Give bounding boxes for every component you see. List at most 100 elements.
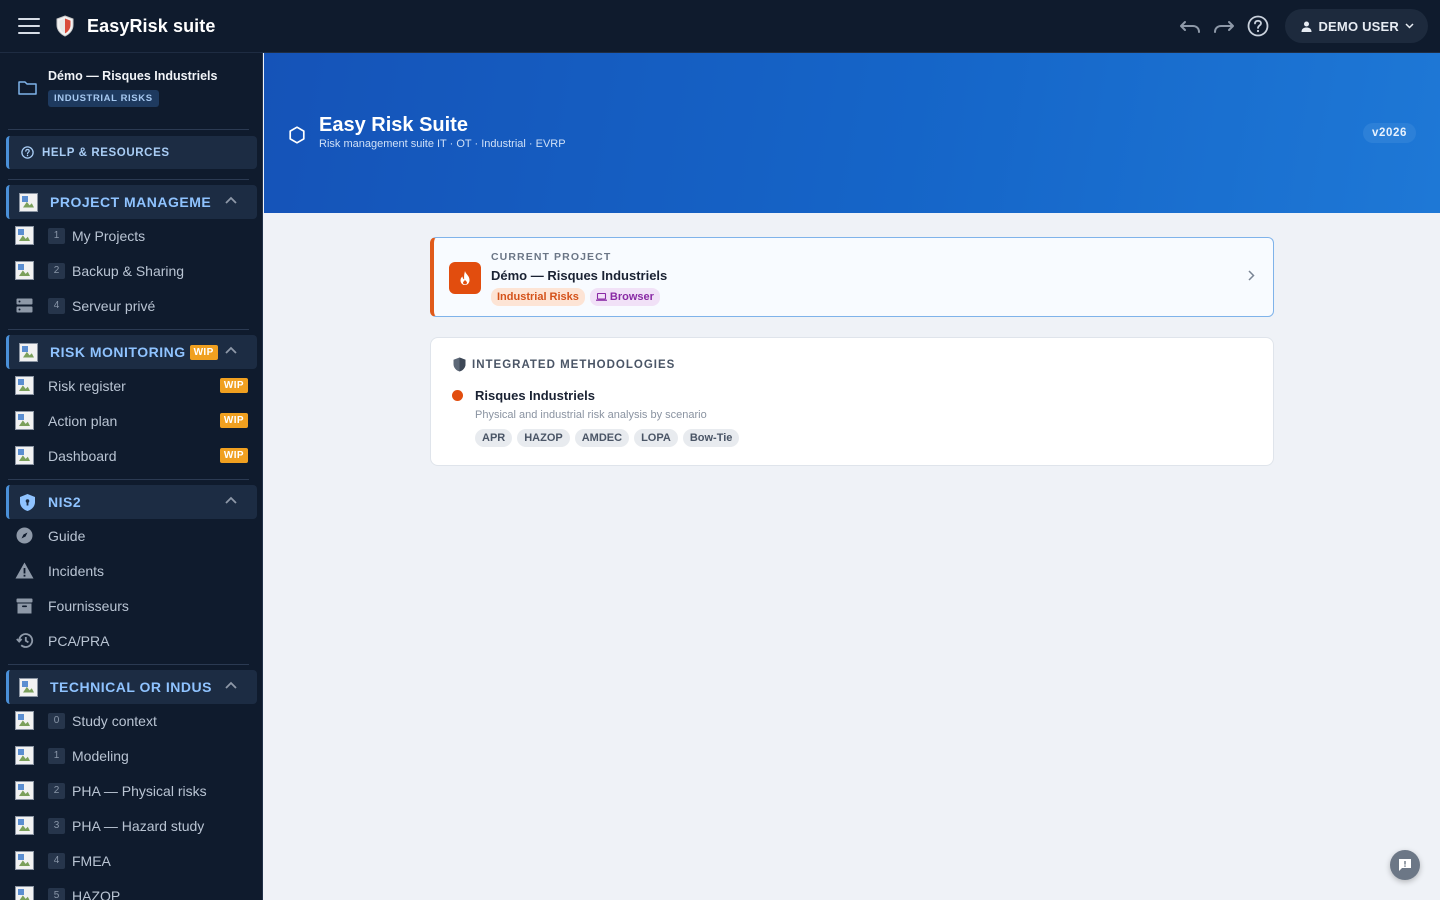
chevron-right-icon	[1248, 270, 1255, 281]
item-label: Dashboard	[48, 447, 117, 464]
menu-icon[interactable]	[18, 18, 40, 34]
section-technical-industrial[interactable]: TECHNICAL OR INDUSTI	[6, 670, 257, 704]
sidebar-item-dashboard[interactable]: Dashboard WIP	[0, 438, 262, 473]
current-project-card[interactable]: CURRENT PROJECT Démo — Risques Industrie…	[430, 237, 1274, 317]
hazop-icon	[15, 886, 34, 900]
sidebar-item-modeling[interactable]: 1 Modeling	[0, 738, 262, 773]
feedback-button[interactable]	[1390, 850, 1420, 880]
current-project-name: Démo — Risques Industriels	[491, 268, 668, 283]
archive-icon	[16, 598, 33, 613]
section-label: PROJECT MANAGEMEN	[50, 194, 212, 210]
page-subtitle: Risk management suite IT · OT · Industri…	[319, 138, 566, 150]
sidebar: Démo — Risques Industriels INDUSTRIAL RI…	[0, 53, 263, 900]
sidebar-item-hazop[interactable]: 5 HAZOP	[0, 878, 262, 900]
chevron-up-icon[interactable]	[225, 681, 237, 689]
user-icon	[1301, 21, 1312, 32]
help-resources-button[interactable]: HELP & RESOURCES	[6, 136, 257, 169]
methodology-chip: Bow-Tie	[682, 429, 740, 447]
divider	[8, 129, 249, 130]
divider	[8, 179, 249, 180]
item-number: 0	[48, 712, 65, 729]
help-icon[interactable]	[1245, 9, 1271, 43]
shield-icon	[20, 493, 35, 511]
section-risk-monitoring[interactable]: RISK MONITORING WIP	[6, 335, 257, 369]
undo-icon[interactable]	[1177, 9, 1203, 43]
item-number: 1	[48, 747, 65, 764]
fmea-icon	[15, 851, 34, 870]
item-label: HAZOP	[72, 887, 121, 900]
help-circle-icon	[21, 146, 34, 159]
item-label: Study context	[72, 712, 157, 729]
storage-tag-label: Browser	[609, 291, 654, 303]
sidebar-item-action-plan[interactable]: Action plan WIP	[0, 403, 262, 438]
methodology-chip: AMDEC	[574, 429, 630, 447]
sidebar-item-my-projects[interactable]: 1 My Projects	[0, 218, 262, 253]
sidebar-item-fournisseurs[interactable]: Fournisseurs	[0, 588, 262, 623]
sidebar-item-fmea[interactable]: 4 FMEA	[0, 843, 262, 878]
divider	[8, 664, 249, 665]
sidebar-item-incidents[interactable]: Incidents	[0, 553, 262, 588]
action-plan-icon	[15, 411, 34, 430]
item-label: Action plan	[48, 412, 118, 429]
wip-badge: WIP	[219, 378, 248, 393]
shield-icon	[453, 357, 466, 372]
sidebar-item-pca-pra[interactable]: PCA/PRA	[0, 623, 262, 658]
methodologies-card: INTEGRATED METHODOLOGIES Risques Industr…	[430, 337, 1274, 466]
help-resources-label: HELP & RESOURCES	[42, 146, 170, 159]
section-project-management[interactable]: PROJECT MANAGEMEN	[6, 185, 257, 219]
chevron-up-icon[interactable]	[225, 346, 237, 354]
item-number: 3	[48, 817, 65, 834]
section-label: TECHNICAL OR INDUSTI	[50, 679, 212, 695]
history-icon	[15, 633, 33, 648]
sidebar-item-backup-sharing[interactable]: 2 Backup & Sharing	[0, 253, 262, 288]
status-dot	[452, 390, 463, 401]
compass-icon	[16, 527, 33, 544]
wip-badge: WIP	[189, 344, 218, 360]
server-icon	[16, 298, 33, 313]
sidebar-item-pha-hazard[interactable]: 3 PHA — Hazard study	[0, 808, 262, 843]
methodologies-heading: INTEGRATED METHODOLOGIES	[472, 358, 676, 371]
divider	[8, 479, 249, 480]
sidebar-item-study-context[interactable]: 0 Study context	[0, 703, 262, 738]
user-menu-button[interactable]: DEMO USER	[1285, 9, 1428, 43]
feedback-icon	[1399, 859, 1411, 871]
item-label: Risk register	[48, 377, 126, 394]
user-name: DEMO USER	[1318, 18, 1399, 34]
project-management-icon	[19, 192, 38, 212]
item-label: PHA — Physical risks	[72, 782, 207, 799]
item-label: Guide	[48, 527, 86, 544]
section-nis2[interactable]: NIS2	[6, 485, 257, 519]
modeling-icon	[15, 746, 34, 765]
item-label: FMEA	[72, 852, 111, 869]
page-title: Easy Risk Suite	[319, 114, 468, 136]
top-bar: EasyRisk suite DEMO USER	[0, 0, 1440, 53]
sidebar-item-guide[interactable]: Guide	[0, 518, 262, 553]
sidebar-project-tag: INDUSTRIAL RISKS	[48, 90, 159, 107]
sidebar-project-header[interactable]: Démo — Risques Industriels INDUSTRIAL RI…	[0, 53, 262, 129]
chevron-up-icon[interactable]	[225, 496, 237, 504]
sidebar-item-serveur-prive[interactable]: 4 Serveur privé	[0, 288, 262, 323]
technical-icon	[19, 677, 38, 697]
sidebar-item-risk-register[interactable]: Risk register WIP	[0, 368, 262, 403]
version-badge: v2026	[1363, 123, 1416, 143]
item-label: PCA/PRA	[48, 632, 110, 649]
chevron-up-icon[interactable]	[225, 196, 237, 204]
item-label: Modeling	[72, 747, 129, 764]
hero-banner: Easy Risk Suite Risk management suite IT…	[264, 53, 1440, 213]
section-label: NIS2	[48, 494, 82, 510]
folder-icon	[18, 81, 37, 95]
dashboard-icon	[15, 446, 34, 465]
sidebar-item-pha-physical[interactable]: 2 PHA — Physical risks	[0, 773, 262, 808]
section-label: RISK MONITORING	[50, 344, 186, 360]
methodology-chip: APR	[475, 429, 513, 447]
item-label: Backup & Sharing	[72, 262, 185, 279]
item-number: 4	[48, 852, 65, 869]
current-project-label: CURRENT PROJECT	[491, 251, 612, 263]
backup-icon	[15, 261, 34, 280]
app-logo-icon	[56, 15, 74, 37]
chevron-down-icon	[1405, 23, 1414, 29]
storage-tag: Browser	[589, 288, 660, 306]
wip-badge: WIP	[219, 413, 248, 428]
flame-icon	[449, 262, 481, 294]
redo-icon[interactable]	[1211, 9, 1237, 43]
